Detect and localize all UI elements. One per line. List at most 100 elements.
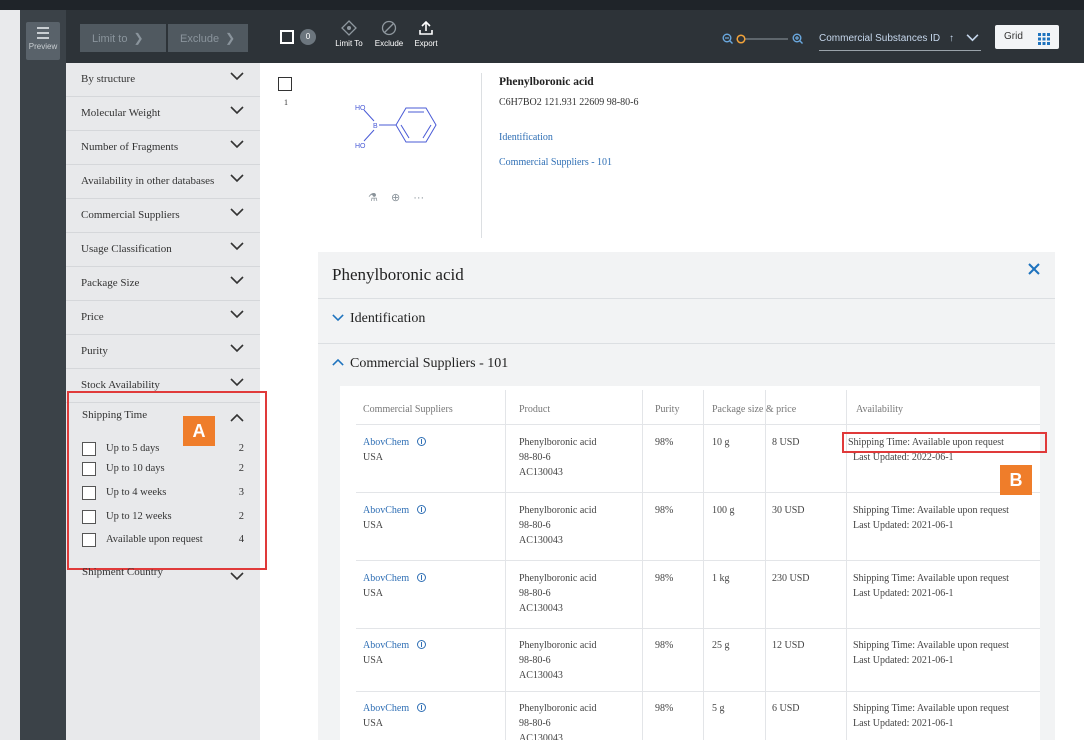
zoom-in-icon <box>792 33 803 44</box>
sort-arrow-icon[interactable]: ↑ <box>949 33 954 44</box>
export-button[interactable]: Export <box>410 20 442 48</box>
column-header-package: Package size & price <box>712 404 797 415</box>
supplier-name[interactable]: AbovChem <box>363 573 409 584</box>
info-icon[interactable] <box>417 437 427 446</box>
supplier-name[interactable]: AbovChem <box>363 437 409 448</box>
shipping-time: Shipping Time: Available upon request <box>853 573 1009 584</box>
product-name: Phenylboronic acid <box>519 573 597 584</box>
product-name: Phenylboronic acid <box>519 703 597 714</box>
identification-section-toggle[interactable]: Identification <box>332 311 425 327</box>
highlight-box-b <box>842 432 1047 453</box>
supplier-country: USA <box>363 588 384 599</box>
info-icon[interactable] <box>417 505 427 514</box>
highlight-box-a <box>67 391 267 570</box>
select-all-checkbox[interactable] <box>280 30 294 44</box>
magnify-icon[interactable]: ⊕ <box>391 192 400 204</box>
product-code: AC130043 <box>519 733 563 740</box>
info-icon[interactable] <box>417 703 427 712</box>
flask-icon[interactable]: ⚗ <box>368 192 378 204</box>
supplier-link[interactable]: AbovChem <box>363 435 427 450</box>
facet-label: By structure <box>81 73 136 85</box>
commercial-suppliers-link[interactable]: Commercial Suppliers - 101 <box>499 157 612 168</box>
left-edge-strip <box>0 10 20 740</box>
facet-label: Molecular Weight <box>81 107 161 119</box>
facet-label: Number of Fragments <box>81 141 179 153</box>
package-size: 5 g <box>712 703 725 714</box>
structure-image[interactable]: HO B HO <box>350 93 465 168</box>
facet-label: Purity <box>81 345 108 357</box>
last-updated: Last Updated: 2021-06-1 <box>853 655 954 666</box>
chevron-down-icon[interactable] <box>230 173 246 187</box>
detail-title: Phenylboronic acid <box>332 265 464 284</box>
chevron-down-icon[interactable] <box>966 29 979 49</box>
info-icon[interactable] <box>417 573 427 582</box>
chevron-down-icon[interactable] <box>230 309 246 323</box>
facet-label: Stock Availability <box>81 379 160 391</box>
limit-to-filter-button[interactable]: Limit to ❯ <box>80 24 166 52</box>
chevron-down-icon[interactable] <box>230 568 244 586</box>
sort-dropdown[interactable]: Commercial Substances ID ↑ <box>819 29 981 51</box>
purity-value: 98% <box>655 703 674 714</box>
column-divider <box>703 390 704 740</box>
shipping-time: Shipping Time: Available upon request <box>853 640 1009 651</box>
package-size: 100 g <box>712 505 735 516</box>
facet-purity[interactable]: Purity <box>66 335 260 369</box>
zoom-slider[interactable] <box>722 32 812 44</box>
facet-availability-other-databases[interactable]: Availability in other databases <box>66 165 260 199</box>
annotation-badge-b: B <box>1000 465 1032 495</box>
chevron-down-icon[interactable] <box>230 377 246 391</box>
chevron-down-icon[interactable] <box>230 139 246 153</box>
facet-label: Commercial Suppliers <box>81 209 180 221</box>
package-size: 1 kg <box>712 573 730 584</box>
facet-molecular-weight[interactable]: Molecular Weight <box>66 97 260 131</box>
package-size: 25 g <box>712 640 730 651</box>
left-rail: Preview <box>20 10 66 740</box>
facet-price[interactable]: Price <box>66 301 260 335</box>
product-name: Phenylboronic acid <box>519 437 597 448</box>
exclude-filter-button[interactable]: Exclude ❯ <box>168 24 248 52</box>
view-grid-button[interactable]: Grid <box>995 25 1059 49</box>
chevron-down-icon[interactable] <box>230 275 246 289</box>
supplier-name[interactable]: AbovChem <box>363 505 409 516</box>
facet-usage-classification[interactable]: Usage Classification <box>66 233 260 267</box>
supplier-link[interactable]: AbovChem <box>363 638 427 653</box>
supplier-link[interactable]: AbovChem <box>363 503 427 518</box>
limit-to-label: Limit to <box>92 33 128 45</box>
product-cas: 98-80-6 <box>519 452 551 463</box>
package-price: 230 USD <box>772 573 810 584</box>
more-icon[interactable]: ··· <box>413 192 424 204</box>
facet-by-structure[interactable]: By structure <box>66 63 260 97</box>
last-updated: Last Updated: 2021-06-1 <box>853 520 954 531</box>
chevron-down-icon[interactable] <box>230 71 246 85</box>
exclude-label: Exclude <box>374 39 404 48</box>
result-index: 1 <box>284 98 288 107</box>
facet-label: Usage Classification <box>81 243 172 255</box>
chevron-right-icon: ❯ <box>225 31 236 45</box>
chevron-down-icon[interactable] <box>230 241 246 255</box>
shipping-time: Shipping Time: Available upon request <box>853 703 1009 714</box>
package-price: 30 USD <box>772 505 805 516</box>
facet-commercial-suppliers[interactable]: Commercial Suppliers <box>66 199 260 233</box>
supplier-name[interactable]: AbovChem <box>363 703 409 714</box>
supplier-name[interactable]: AbovChem <box>363 640 409 651</box>
identification-link[interactable]: Identification <box>499 132 553 143</box>
supplier-link[interactable]: AbovChem <box>363 571 427 586</box>
supplier-link[interactable]: AbovChem <box>363 701 427 716</box>
result-checkbox[interactable] <box>278 77 292 91</box>
divider <box>318 298 1055 299</box>
preview-button[interactable]: Preview <box>26 22 60 60</box>
limit-to-button[interactable]: Limit To <box>330 20 368 48</box>
chevron-down-icon[interactable] <box>230 207 246 221</box>
package-price: 12 USD <box>772 640 805 651</box>
purity-value: 98% <box>655 437 674 448</box>
info-icon[interactable] <box>417 640 427 649</box>
column-divider <box>765 390 766 740</box>
exclude-button[interactable]: Exclude <box>372 20 406 48</box>
facet-number-of-fragments[interactable]: Number of Fragments <box>66 131 260 165</box>
facet-shipment-country[interactable]: Shipment Country <box>82 566 163 578</box>
chevron-down-icon[interactable] <box>230 343 246 357</box>
close-icon[interactable] <box>1027 262 1041 281</box>
facet-package-size[interactable]: Package Size <box>66 267 260 301</box>
commercial-suppliers-section-toggle[interactable]: Commercial Suppliers - 101 <box>332 356 508 372</box>
chevron-down-icon[interactable] <box>230 105 246 119</box>
